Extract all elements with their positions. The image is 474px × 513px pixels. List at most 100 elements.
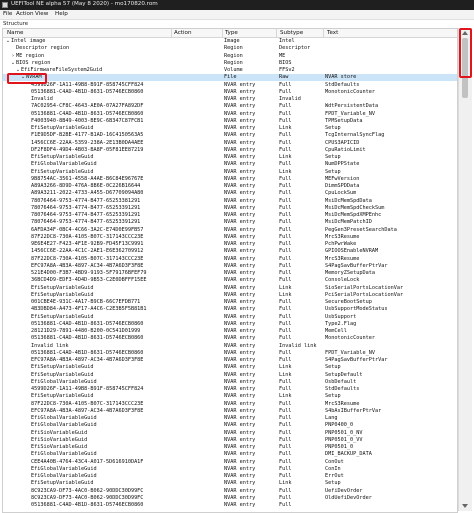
col-name[interactable]: Name xyxy=(7,30,24,36)
tree-row[interactable]: 8C923CA9-DF73-4AC0-B062-90DDC30D99FC NVAR… xyxy=(3,488,457,495)
tree-row[interactable]: 9B8754AC-3561-4558-A4AE-B6C84E96767E NVAR… xyxy=(3,176,457,183)
row-subtype: Full xyxy=(279,400,292,407)
tree-row[interactable]: EfiSioVariableGuid NVAR entry Full PNP0501_… xyxy=(3,430,457,437)
tree-row[interactable]: EFC97A8A-4B3A-4897-AC34-4B7A6D3F3F8E NVAR… xyxy=(3,408,457,415)
col-action[interactable]: Action xyxy=(174,30,192,36)
tree-row[interactable]: 1456CC6E-22AA-4C1C-2AE1-E6E362709912 NVAR… xyxy=(3,248,457,255)
tree-row[interactable]: Invalid NVAR entry Invalid xyxy=(3,96,457,103)
tree-row[interactable]: › ME region Region ME xyxy=(3,53,457,60)
row-type: NVAR entry xyxy=(224,277,256,284)
tree-row[interactable]: ⌄BIOS region Region BIOS xyxy=(3,60,457,67)
tree-row[interactable]: EfiSetupVariableGuid NVAR entry Link Setup xyxy=(3,480,457,487)
tree-row[interactable]: F4003940-8B49-4003-BE9C-6B347C87FCB1 NVAR… xyxy=(3,118,457,125)
tree-row[interactable]: 05136881-C4AD-4B1D-8631-D5746ECB0860 NVAR… xyxy=(3,89,457,96)
tree-row[interactable]: EfiGlobalVariableGuid NVAR entry Full DMI_B… xyxy=(3,451,457,458)
col-subtype[interactable]: Subtype xyxy=(280,30,303,36)
row-name: EfiGlobalVariableGuid xyxy=(3,415,193,422)
tree-row[interactable]: 6AFDA34F-0BC4-4C66-3A2C-E74D0E99FB57 NVAR… xyxy=(3,227,457,234)
tree-row[interactable]: EfiSetupVariableGuid NVAR entry Link Setup xyxy=(3,125,457,132)
tree-row[interactable]: EfiSetupVariableGuid NVAR entry Link SioSer… xyxy=(3,285,457,292)
row-text: StdDefaults xyxy=(325,81,360,88)
tree-row[interactable]: 05136881-C4AD-4B1D-8631-D5746ECB0860 NVAR… xyxy=(3,335,457,342)
row-subtype: FFSv2 xyxy=(279,67,295,73)
tree-row[interactable]: EfiSetupVariableGuid NVAR entry Link PciSer… xyxy=(3,292,457,299)
tree-row[interactable]: EFC97A8A-4B3A-4897-AC34-4B7A6D3F3F8E NVAR… xyxy=(3,357,457,364)
tree-row[interactable]: Descriptor region Region Descriptor xyxy=(3,45,457,52)
row-name-text: ME region xyxy=(16,52,45,59)
tree-row[interactable]: A89A3211-2022-4733-A455-D67709094A80 NVAR… xyxy=(3,190,457,197)
row-subtype: ME xyxy=(279,52,286,59)
tree-row[interactable]: EfiGlobalVariableGuid NVAR entry Full ConIn xyxy=(3,466,457,473)
scroll-down-icon[interactable] xyxy=(462,504,468,508)
row-text: S4PagSavBufferPtrVar xyxy=(325,262,388,269)
menu-view[interactable]: View xyxy=(35,11,48,17)
tree-row[interactable]: EfiGlobalVariableGuid NVAR entry Full ErrOu… xyxy=(3,473,457,480)
tree-row[interactable]: CEE4A40B-4764-43C4-A017-5D616910DA1F NVAR… xyxy=(3,459,457,466)
tree-row[interactable]: EfiSetupVariableGuid NVAR entry Link SetupD… xyxy=(3,372,457,379)
vertical-scrollbar[interactable] xyxy=(458,28,472,511)
tree-row[interactable]: Invalid link NVAR entry Invalid link xyxy=(3,343,457,350)
row-subtype: Full xyxy=(279,248,292,255)
menu-help[interactable]: Help xyxy=(55,11,68,17)
menu-action[interactable]: Action xyxy=(16,11,34,17)
tree-row[interactable]: 05136881-C4AD-4B1D-8631-D5746ECB0860 NVAR… xyxy=(3,350,457,357)
tree-row[interactable]: 05136881-C4AD-4B1D-8631-D5746ECB0860 NVAR… xyxy=(3,321,457,328)
tree-row[interactable]: 36BCD4D9-EDF3-4D4D-9B53-C2E0DBFFF15EE NVA… xyxy=(3,277,457,284)
row-name-text: EFC97A8A-4B3A-4897-AC34-4B7A6D3F3F8E xyxy=(31,357,144,363)
tree-row[interactable]: 87F22DC8-730A-4105-B07C-317143CCC23E NVAR… xyxy=(3,256,457,263)
tree-row[interactable]: EfiGlobalVariableGuid NVAR entry Full PNP04… xyxy=(3,422,457,429)
tree-row[interactable]: 78076464-9753-4774-B477-65253391291 NVAR … xyxy=(3,205,457,212)
tree-row[interactable]: EfiGlobalVariableGuid NVAR entry Full NumDP… xyxy=(3,161,457,168)
row-type: NVAR entry xyxy=(224,226,256,233)
tree-row[interactable]: EfiSetupVariableGuid NVAR entry Full UsbSup… xyxy=(3,314,457,321)
tree-row[interactable]: 4599D26F-1A11-49B8-B91F-858745CFF824 NVAR… xyxy=(3,82,457,89)
row-name: DF2F8DF4-49D4-4B03-BA8F-05F81EE87219 xyxy=(3,147,193,154)
row-type: NVAR entry xyxy=(224,422,256,429)
tree-row[interactable]: 521E4D00-F3B7-4BD9-9193-5F79176BFEF79 NVA… xyxy=(3,270,457,277)
tree-row[interactable]: EfiSioVariableGuid NVAR entry Full PNP0501_… xyxy=(3,437,457,444)
tree-row[interactable]: 8C923CA9-DF73-4AC0-B062-90DDC30D99FC NVAR… xyxy=(3,495,457,502)
tree-row[interactable]: EfiGlobalVariableGuid NVAR entry Full Lang xyxy=(3,415,457,422)
tree-row[interactable]: 001CBE4E-931C-4A17-B9CB-66C7EFDB771 NVAR … xyxy=(3,299,457,306)
tree-row[interactable]: 1456CC6E-22AA-5359-238A-2E13B0DA4AEE NVAR… xyxy=(3,140,457,147)
structure-tree[interactable]: Name Action Type Subtype Text ⌄Intel ima… xyxy=(2,28,458,513)
tree-row[interactable]: ⌄NVRAM File Raw NVAR store xyxy=(3,74,457,82)
tree-row[interactable]: 05136881-C4AD-4B1D-8631-D5746ECB0860 NVAR… xyxy=(3,111,457,118)
tree-row[interactable]: F1E9D5DF-B2BE-4177-B1AD-16C4150563A5 NVAR… xyxy=(3,132,457,139)
tree-row[interactable]: DF2F8DF4-49D4-4B03-BA8F-05F81EE87219 NVAR… xyxy=(3,147,457,154)
tree-row[interactable]: EfiSetupVariableGuid NVAR entry Link Setup xyxy=(3,169,457,176)
row-name-text: EfiGlobalVariableGuid xyxy=(31,422,97,429)
row-subtype: Full xyxy=(279,233,292,240)
row-name: 78076464-9753-4774-B477-65253381291 xyxy=(3,198,193,205)
menu-file[interactable]: File xyxy=(3,11,12,17)
row-text: PNP0501_0_VV xyxy=(325,436,363,443)
row-subtype: Full xyxy=(279,335,292,342)
row-subtype: Full xyxy=(279,306,292,313)
tree-row[interactable]: 87F22DC8-730A-4105-B07C-317143CCC23E NVAR… xyxy=(3,234,457,241)
tree-row[interactable]: 4B3DBD84-A473-4F17-A4C6-C2E3B5F5B81B1 NVA… xyxy=(3,306,457,313)
row-name: 05136881-C4AD-4B1D-8631-D5746ECB0860 xyxy=(3,335,193,342)
row-text: Type2.Flag xyxy=(325,320,357,327)
tree-row[interactable]: 4599D26F-1A11-49B8-B91F-858745CFF824 NVAR… xyxy=(3,386,457,393)
tree-row[interactable]: 78076464-9753-4774-B477-65253381291 NVAR … xyxy=(3,198,457,205)
tree-row[interactable]: EFC97A8A-4B3A-4897-AC34-4B7A6D3F3F8E NVAR… xyxy=(3,263,457,270)
tree-row[interactable]: ⌄EfiFirmwareFileSystem2Guid Volume FFSv2 xyxy=(3,67,457,74)
tree-row[interactable]: A89A3266-8D9D-476A-8B6E-0C226B16644 NVAR … xyxy=(3,183,457,190)
tree-row[interactable]: 9E6E4E27-F423-4F1E-92B9-FD45F13C9991 NVAR… xyxy=(3,241,457,248)
tree-row[interactable]: 7AC02954-CF8C-4643-AE0A-07A27FA892DF NVAR… xyxy=(3,103,457,110)
tree-row[interactable]: 78076464-9753-4774-B477-65253391291 NVAR … xyxy=(3,212,457,219)
tree-row[interactable]: EfiSetupVariableGuid NVAR entry Link Setup xyxy=(3,393,457,400)
tree-row[interactable]: ⌄Intel image Image Intel xyxy=(3,38,457,45)
tree-row[interactable]: EfiGlobalVariableGuid NVAR entry Full OsbDe… xyxy=(3,379,457,386)
tree-row[interactable]: 78076464-9753-4774-B477-65253391291 NVAR … xyxy=(3,219,457,226)
row-type: NVAR entry xyxy=(224,473,256,479)
col-type[interactable]: Type xyxy=(225,30,238,36)
row-text: PNP0400_0 xyxy=(325,422,354,429)
tree-row[interactable]: 87F22DC8-730A-4105-B07C-317143CCC23E NVAR… xyxy=(3,401,457,408)
col-text[interactable]: Text xyxy=(327,30,338,36)
tree-row[interactable]: EfiSetupVariableGuid NVAR entry Link Setup xyxy=(3,154,457,161)
tree-row[interactable]: 28121D29-7891-4480-B200-0C541D01999 NVAR … xyxy=(3,328,457,335)
tree-row[interactable]: EfiSetupVariableGuid NVAR entry Link Setup xyxy=(3,364,457,371)
tree-row[interactable]: 05136881-C4AD-4B1D-8631-D5746ECB0860 NVAR… xyxy=(3,502,457,509)
tree-row[interactable]: EfiSioVariableGuid NVAR entry Full PNP0501_… xyxy=(3,444,457,451)
